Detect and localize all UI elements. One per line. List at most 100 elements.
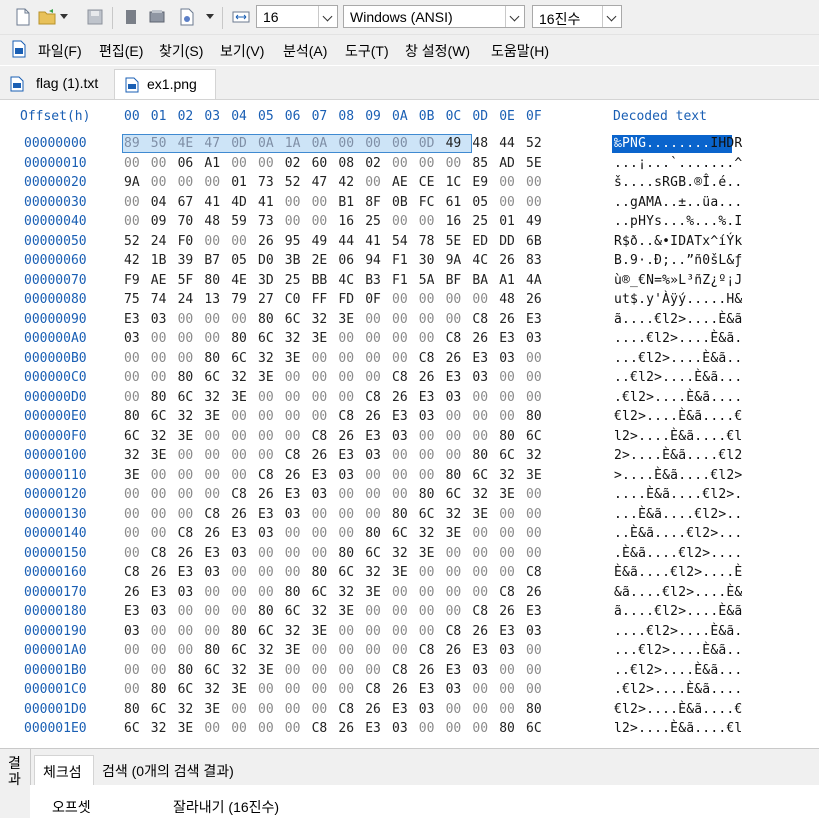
- open-folder-icon[interactable]: [38, 8, 56, 26]
- hex-byte: 00: [392, 155, 408, 171]
- menu-window[interactable]: 창 설정(W): [405, 41, 470, 61]
- hex-byte: 00: [177, 506, 194, 522]
- hex-editor-view[interactable]: Offset(h) Decoded text 00 01 02 03 04 05 06 07 0…: [0, 100, 819, 748]
- tab-search-label: 검색 (0개의 검색 결과): [102, 763, 234, 779]
- hex-byte: 6C: [472, 467, 489, 483]
- column-header: 0E: [499, 109, 515, 124]
- hex-byte: 00: [284, 682, 301, 697]
- row-offset: 00000020: [24, 175, 87, 190]
- encoding-select[interactable]: Windows (ANSI): [343, 5, 525, 28]
- hex-byte: 42: [124, 253, 140, 268]
- menu-file[interactable]: 파일(F): [38, 41, 82, 61]
- hex-byte: 00: [418, 721, 435, 736]
- cut-icon[interactable]: [122, 8, 140, 26]
- hex-byte: 6C: [311, 584, 328, 600]
- bytes-per-row-select[interactable]: 16: [256, 5, 338, 28]
- hex-byte: 00: [284, 389, 301, 405]
- chevron-down-icon[interactable]: [60, 14, 68, 19]
- hex-byte: 32: [472, 487, 489, 502]
- hex-byte: FC: [418, 194, 435, 210]
- hex-byte: C8: [445, 331, 462, 346]
- hex-byte: 00: [499, 506, 515, 522]
- hex-byte: 48: [499, 292, 515, 307]
- hex-byte: C8: [392, 662, 408, 678]
- hex-byte: 26: [231, 506, 247, 522]
- hex-byte: 00: [311, 701, 328, 717]
- menu-edit[interactable]: 편집(E): [99, 41, 143, 61]
- menu-view[interactable]: 보기(V): [220, 41, 264, 61]
- number-base-select[interactable]: 16진수: [532, 5, 622, 28]
- column-header: 0D: [472, 109, 489, 124]
- ram-editor-icon[interactable]: [178, 8, 196, 26]
- hex-byte: 49: [445, 136, 462, 151]
- decoded-text: B.9·.Ð;..”ñ0šL&ƒ: [614, 253, 743, 268]
- tab-checksum[interactable]: 체크섬: [34, 755, 94, 785]
- hex-byte: 00: [365, 370, 381, 385]
- hex-byte: 32: [150, 428, 167, 444]
- hex-byte: 03: [231, 545, 247, 561]
- hex-byte: D0: [258, 253, 274, 268]
- decoded-text: l2>....È&ã....€l: [614, 721, 743, 736]
- column-cut-hex[interactable]: 잘라내기 (16진수): [173, 797, 279, 817]
- disk-editor-icon[interactable]: [148, 8, 166, 26]
- tab-label: flag (1).txt: [36, 75, 99, 91]
- tab-search-results[interactable]: 검색 (0개의 검색 결과): [96, 755, 266, 785]
- chevron-down-icon[interactable]: [602, 6, 621, 27]
- decoded-text: >....È&ã....€l2>: [614, 467, 743, 483]
- hex-byte: 6C: [418, 506, 435, 522]
- hex-byte: 3E: [392, 565, 408, 580]
- hex-byte: 16: [445, 214, 462, 229]
- hex-byte: 03: [124, 623, 140, 639]
- hex-byte: 00: [204, 467, 221, 483]
- row-offset: 00000090: [24, 311, 87, 327]
- row-offset: 00000190: [24, 623, 87, 639]
- chevron-down-icon[interactable]: [318, 6, 337, 27]
- document-tabs: flag (1).txt ex1.png: [0, 66, 819, 100]
- hex-byte: 80: [231, 623, 247, 639]
- hex-byte: E3: [124, 604, 140, 619]
- hex-byte: 79: [231, 292, 247, 307]
- hex-byte: E3: [445, 370, 462, 385]
- hex-byte: 00: [177, 175, 194, 190]
- menu-help[interactable]: 도움말(H): [491, 41, 549, 61]
- hex-byte: 00: [150, 526, 167, 541]
- menu-tools[interactable]: 도구(T): [345, 41, 389, 61]
- hex-byte: E3: [124, 311, 140, 327]
- hex-byte: C8: [258, 467, 274, 483]
- hex-byte: 32: [338, 584, 355, 600]
- hex-byte: 95: [284, 233, 301, 249]
- results-side-tab[interactable]: 결과: [0, 749, 31, 818]
- hex-byte: C8: [177, 526, 194, 541]
- hex-byte: 00: [311, 194, 328, 210]
- hex-byte: 6C: [284, 311, 301, 327]
- hex-byte: 00: [472, 721, 489, 736]
- hex-byte: 00: [418, 467, 435, 483]
- tab-flag-txt[interactable]: flag (1).txt: [0, 69, 114, 99]
- results-table: 오프셋 잘라내기 (16진수): [30, 785, 819, 818]
- hex-byte: 3E: [472, 506, 489, 522]
- row-offset: 000000E0: [24, 409, 87, 424]
- chevron-down-icon[interactable]: [505, 6, 524, 27]
- column-offset[interactable]: 오프셋: [52, 797, 91, 817]
- new-file-icon[interactable]: [14, 8, 32, 26]
- app-doc-icon[interactable]: [10, 40, 28, 58]
- hex-byte: 6C: [150, 409, 167, 424]
- hex-byte: 3E: [177, 428, 194, 444]
- hex-byte: 00: [338, 487, 355, 502]
- hex-byte: 32: [231, 662, 247, 678]
- hex-byte: 74: [150, 292, 167, 307]
- hex-byte: 32: [150, 721, 167, 736]
- hex-byte: 00: [204, 448, 221, 463]
- hex-byte: 05: [231, 253, 247, 268]
- menu-find[interactable]: 찾기(S): [159, 41, 203, 61]
- chevron-down-icon[interactable]: [206, 14, 214, 19]
- hex-byte: 00: [526, 194, 542, 210]
- hex-byte: 00: [392, 487, 408, 502]
- hex-byte: E3: [499, 331, 515, 346]
- hex-byte: 32: [204, 682, 221, 697]
- hex-byte: B3: [365, 272, 381, 288]
- hex-byte: 00: [418, 311, 435, 327]
- tab-ex1-png[interactable]: ex1.png: [114, 69, 216, 99]
- save-icon[interactable]: [86, 8, 104, 26]
- menu-analysis[interactable]: 분석(A): [283, 41, 327, 61]
